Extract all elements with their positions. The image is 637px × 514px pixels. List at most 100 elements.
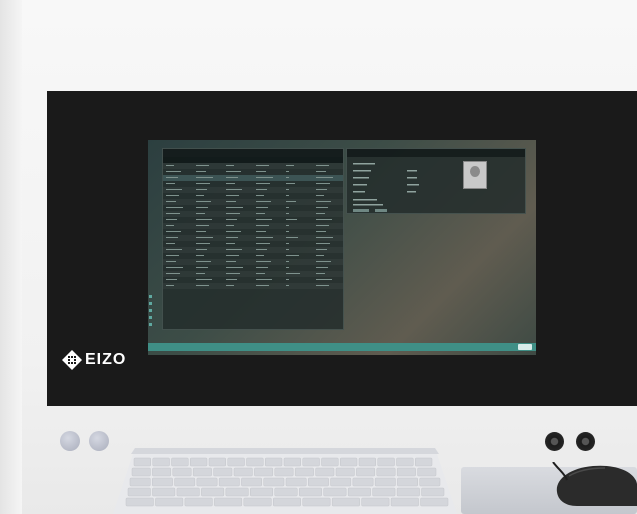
- keyboard-key[interactable]: [308, 477, 329, 487]
- table-cell: [313, 283, 343, 289]
- taskbar-button: [518, 344, 532, 350]
- brand-logo: EIZO: [61, 349, 126, 371]
- keyboard-key[interactable]: [246, 457, 264, 467]
- mouse[interactable]: [549, 462, 637, 506]
- keyboard-key[interactable]: [330, 477, 352, 487]
- keyboard-key[interactable]: [152, 457, 170, 467]
- keyboard-key[interactable]: [361, 497, 390, 507]
- keyboard-key[interactable]: [331, 497, 360, 507]
- keyboard-key[interactable]: [241, 477, 262, 487]
- keyboard-key[interactable]: [184, 497, 213, 507]
- sidebar-dot: [149, 316, 152, 319]
- keyboard-key[interactable]: [377, 457, 395, 467]
- table-cell: [193, 283, 223, 289]
- keyboard-key[interactable]: [315, 467, 335, 477]
- usb-port-2: [576, 432, 595, 451]
- keyboard-key[interactable]: [283, 457, 301, 467]
- detail-window: [346, 148, 526, 214]
- keyboard-key[interactable]: [208, 457, 226, 467]
- keyboard-key[interactable]: [152, 467, 172, 477]
- keyboard-key[interactable]: [274, 487, 298, 497]
- keyboard[interactable]: [113, 448, 457, 514]
- keyboard-key[interactable]: [396, 467, 416, 477]
- keyboard-key[interactable]: [155, 497, 184, 507]
- keyboard-key[interactable]: [302, 457, 320, 467]
- sidebar-dot: [149, 309, 152, 312]
- usb-port-1: [545, 432, 564, 451]
- table-cell: [283, 283, 313, 289]
- eizo-logo-icon: [62, 350, 82, 370]
- empty-window: [346, 216, 526, 330]
- keyboard-key[interactable]: [390, 497, 419, 507]
- keyboard-key[interactable]: [323, 487, 347, 497]
- keyboard-key[interactable]: [172, 467, 192, 477]
- keyboard-key[interactable]: [214, 497, 243, 507]
- keyboard-key[interactable]: [294, 467, 314, 477]
- data-table: [163, 157, 343, 289]
- screen-taskbar: [148, 343, 536, 351]
- keyboard-key[interactable]: [372, 487, 396, 497]
- list-window: [162, 148, 344, 330]
- keyboard-key[interactable]: [190, 457, 208, 467]
- hardware-button-1[interactable]: [60, 431, 80, 451]
- keyboard-key[interactable]: [254, 467, 274, 477]
- keyboard-key[interactable]: [376, 467, 396, 477]
- person-photo: [463, 161, 487, 189]
- brand-logo-text: EIZO: [85, 351, 127, 368]
- table-cell: [223, 283, 253, 289]
- table-cell: [163, 283, 193, 289]
- keyboard-key[interactable]: [415, 457, 433, 467]
- keyboard-key[interactable]: [417, 467, 437, 477]
- keyboard-key[interactable]: [420, 497, 449, 507]
- keyboard-key[interactable]: [263, 477, 285, 487]
- keyboard-key[interactable]: [152, 487, 176, 497]
- table-row[interactable]: [163, 283, 343, 289]
- list-window-titlebar: [163, 149, 343, 157]
- keyboard-key[interactable]: [152, 477, 173, 487]
- keyboard-key[interactable]: [174, 477, 196, 487]
- hardware-button-2[interactable]: [89, 431, 109, 451]
- keyboard-key[interactable]: [273, 497, 301, 507]
- keyboard-key[interactable]: [419, 477, 441, 487]
- keyboard-key[interactable]: [171, 457, 189, 467]
- keyboard-key[interactable]: [298, 487, 322, 497]
- keyboard-key[interactable]: [340, 457, 358, 467]
- keyboard-key[interactable]: [176, 487, 200, 497]
- keyboard-key[interactable]: [302, 497, 331, 507]
- sidebar-dots: [149, 295, 153, 330]
- keyboard-key[interactable]: [274, 467, 294, 477]
- keyboard-key[interactable]: [129, 477, 151, 487]
- keyboard-key[interactable]: [421, 487, 445, 497]
- sidebar-dot: [149, 295, 152, 298]
- keyboard-key[interactable]: [358, 457, 376, 467]
- keyboard-key[interactable]: [213, 467, 233, 477]
- keyboard-key[interactable]: [397, 477, 418, 487]
- keyboard-key[interactable]: [233, 467, 253, 477]
- keyboard-key[interactable]: [374, 477, 396, 487]
- keyboard-key[interactable]: [396, 487, 420, 497]
- keyboard-key[interactable]: [321, 457, 339, 467]
- keyboard-key[interactable]: [352, 477, 374, 487]
- keyboard-key[interactable]: [192, 467, 212, 477]
- detail-window-titlebar: [347, 149, 525, 157]
- keyboard-key[interactable]: [285, 477, 307, 487]
- keyboard-key[interactable]: [133, 457, 151, 467]
- keyboard-key[interactable]: [396, 457, 414, 467]
- keyboard-key[interactable]: [196, 477, 218, 487]
- keyboard-key[interactable]: [218, 477, 240, 487]
- keyboard-key[interactable]: [201, 487, 225, 497]
- keyboard-key[interactable]: [125, 497, 154, 507]
- keyboard-key[interactable]: [335, 467, 355, 477]
- sidebar-dot: [149, 302, 152, 305]
- keyboard-key[interactable]: [225, 487, 249, 497]
- keyboard-key[interactable]: [243, 497, 272, 507]
- keyboard-key[interactable]: [131, 467, 151, 477]
- keyboard-key[interactable]: [265, 457, 283, 467]
- keyboard-key[interactable]: [347, 487, 371, 497]
- keyboard-key[interactable]: [227, 457, 245, 467]
- table-cell: [253, 283, 283, 289]
- keyboard-key[interactable]: [356, 467, 376, 477]
- keyboard-key[interactable]: [127, 487, 151, 497]
- detail-fields: [353, 163, 419, 212]
- keyboard-key[interactable]: [250, 487, 274, 497]
